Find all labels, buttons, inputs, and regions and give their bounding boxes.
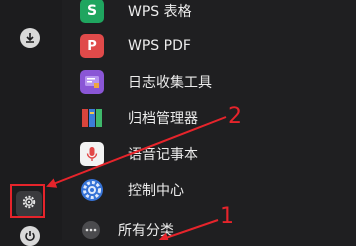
app-item-wps-spreadsheet[interactable]: S WPS 表格 — [80, 0, 340, 25]
app-label: 控制中心 — [128, 183, 184, 199]
log-collector-icon — [80, 70, 104, 94]
wps-spreadsheet-icon: S — [80, 0, 104, 23]
callout-number-1: 1 — [220, 204, 234, 229]
app-item-control-center[interactable]: 控制中心 — [80, 176, 340, 204]
app-label: WPS PDF — [128, 38, 191, 54]
more-dots-icon — [82, 221, 100, 239]
app-item-voice-notepad[interactable]: 语音记事本 — [80, 140, 340, 168]
control-center-icon — [80, 178, 104, 202]
app-label: 日志收集工具 — [128, 75, 212, 91]
app-label: 语音记事本 — [128, 147, 198, 163]
wps-pdf-icon: P — [80, 34, 104, 58]
app-item-wps-pdf[interactable]: P WPS PDF — [80, 32, 340, 60]
all-categories-button[interactable]: 所有分类 — [82, 219, 174, 241]
callout-number-2: 2 — [228, 104, 242, 129]
app-list: S WPS 表格 P WPS PDF 日志收集工具 归档管理器 语音记事本 控制… — [0, 0, 356, 240]
all-categories-label: 所有分类 — [118, 223, 174, 239]
app-item-archive-manager[interactable]: 归档管理器 — [80, 104, 340, 132]
app-label: WPS 表格 — [128, 4, 192, 20]
app-label: 归档管理器 — [128, 111, 198, 127]
app-item-log-collector[interactable]: 日志收集工具 — [80, 68, 340, 96]
archive-manager-icon — [80, 106, 104, 130]
voice-notepad-icon — [80, 142, 104, 166]
